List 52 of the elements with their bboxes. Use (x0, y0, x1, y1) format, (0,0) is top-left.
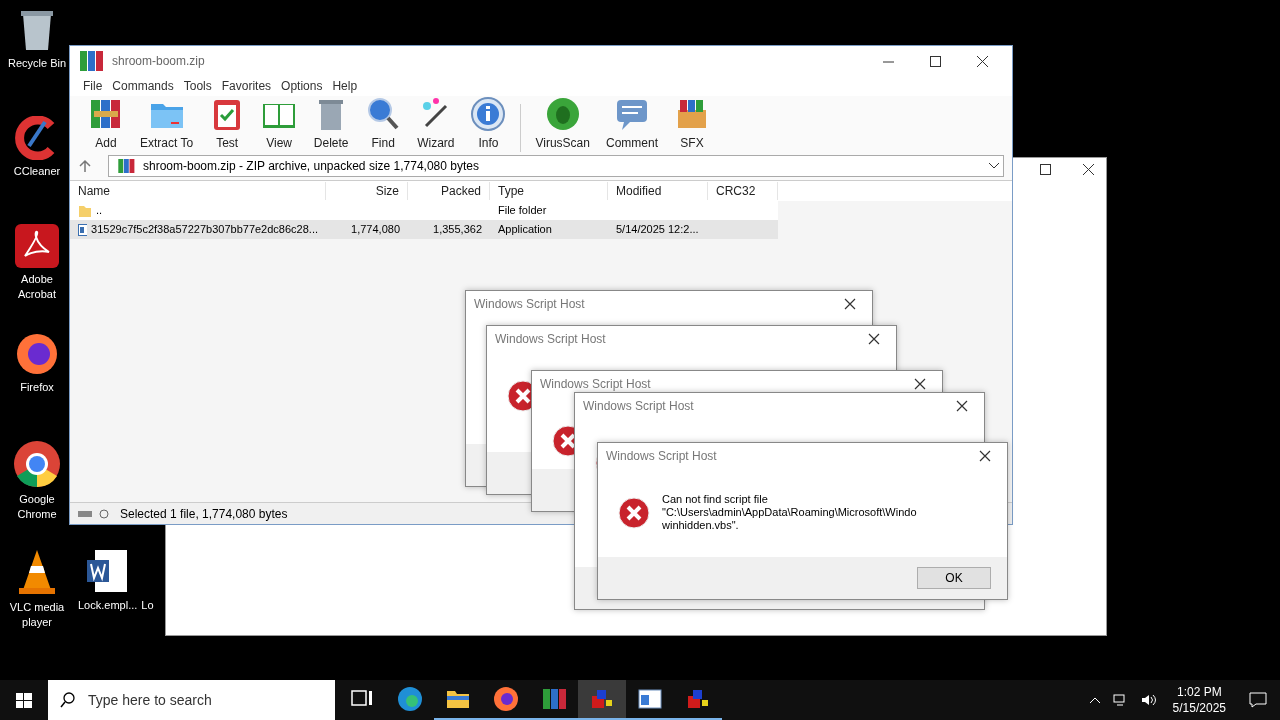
toolbar-button[interactable]: SFX (668, 96, 716, 152)
column-header[interactable]: Packed (408, 182, 490, 200)
table-cell-text: Application (498, 222, 552, 238)
file-row[interactable]: 31529c7f5c2f38a57227b307bb77e2dc86c28... 1,774,080 1,355,362 Application 5/14/2025 12:2... (70, 220, 778, 239)
column-header[interactable]: Size (326, 182, 408, 200)
toolbar-button[interactable]: Extract To (134, 96, 200, 152)
status-text: Selected 1 file, 1,774,080 bytes (120, 505, 288, 523)
table-cell-text: 1,774,080 (351, 222, 400, 238)
desktop-icon-label[interactable]: Adobe Acrobat (2, 272, 72, 302)
toolbar-button[interactable]: View (255, 96, 304, 152)
address-field[interactable]: shroom-boom.zip - ZIP archive, unpacked size 1,774,080 bytes (108, 155, 1004, 177)
table-cell-text: 1,355,362 (433, 222, 482, 238)
error-message: Can not find script file "C:\Users\admin\AppData\Roaming\Microsoft\Windo winhidden.vbs". (662, 493, 918, 532)
toolbar-button[interactable]: Comment (599, 96, 664, 152)
dialog-title: Windows Script Host (495, 333, 606, 346)
clock-time[interactable]: 1:02 PM (1176, 684, 1222, 700)
menu-item[interactable]: File (78, 77, 108, 95)
table-cell-text: File folder (498, 203, 547, 219)
dialog-title: Windows Script Host (474, 298, 585, 311)
desktop-icon-label[interactable]: VLC media player (2, 600, 72, 630)
menu-item[interactable]: Favorites (216, 77, 277, 95)
dialog-title: Windows Script Host (540, 378, 651, 391)
toolbar-button[interactable]: Add (82, 96, 130, 152)
desktop-icon-label[interactable]: Firefox (2, 380, 72, 395)
column-header[interactable]: Type (490, 182, 608, 200)
desktop-icon-label[interactable]: CCleaner (2, 164, 72, 179)
desktop-icon-label[interactable]: Lock.empl... (78, 598, 138, 613)
toolbar-button[interactable]: Test (203, 96, 252, 152)
menu-item[interactable]: Tools (178, 77, 217, 95)
ok-button[interactable]: OK (917, 567, 991, 589)
dialog-title: Windows Script Host (583, 400, 694, 413)
menu-item[interactable]: Commands (107, 77, 179, 95)
clock-date[interactable]: 5/15/2025 (1172, 700, 1226, 716)
table-cell-text: 31529c7f5c2f38a57227b307bb77e2dc86c28... (91, 222, 318, 238)
toolbar-button[interactable]: Info (464, 96, 513, 152)
toolbar-button[interactable]: Wizard (411, 96, 461, 152)
desktop-icon-label[interactable]: Recycle Bin (2, 56, 72, 71)
desktop-icon-label[interactable]: Google Chrome (2, 492, 72, 522)
table-cell-text: .. (96, 203, 103, 219)
toolbar-button[interactable]: Find (359, 96, 408, 152)
menu-item[interactable]: Options (276, 77, 328, 95)
toolbar-button[interactable]: Delete (307, 96, 356, 152)
column-header[interactable]: Name (70, 182, 326, 200)
column-header[interactable]: Modified (608, 182, 708, 200)
file-row[interactable]: .. File folder (70, 201, 778, 220)
table-cell-text: 5/14/2025 12:2... (616, 222, 699, 238)
toolbar-button[interactable]: VirusScan (529, 96, 596, 152)
column-header[interactable]: CRC32 (708, 182, 778, 200)
menu-item[interactable]: Help (327, 77, 363, 95)
search-field[interactable]: Type here to search (48, 680, 335, 720)
window-title: shroom-boom.zip (112, 53, 205, 70)
dialog-title: Windows Script Host (606, 450, 717, 463)
